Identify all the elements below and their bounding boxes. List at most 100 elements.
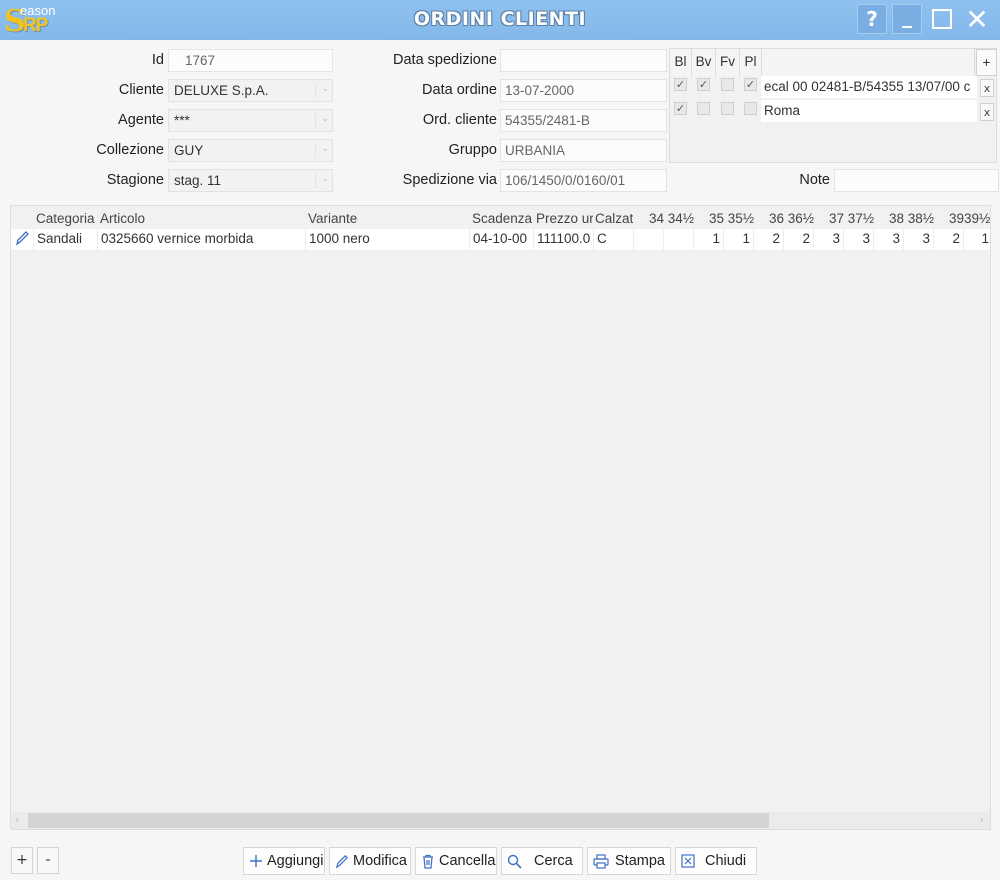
gruppo-field[interactable]: URBANIA [500, 139, 667, 162]
header-size[interactable]: 38 [874, 211, 904, 226]
title-bar: S eason RP ORDINI CLIENTI ? _ ✕ [0, 0, 1000, 40]
chevron-down-icon[interactable]: ⌄ [315, 83, 329, 98]
header-scadenza[interactable]: Scadenza [472, 211, 534, 226]
maximize-button[interactable] [927, 4, 957, 34]
col-text-header [762, 49, 975, 76]
data-spedizione-field[interactable] [500, 49, 667, 72]
cell-categoria[interactable]: Sandali [34, 229, 98, 251]
header-size[interactable]: 37½ [844, 211, 874, 226]
ord-cliente-label: Ord. cliente [422, 112, 497, 128]
cell-size-qty[interactable]: 3 [904, 229, 934, 251]
cell-variante[interactable]: 1000 nero [306, 229, 470, 251]
cell-size-qty[interactable]: 3 [874, 229, 904, 251]
scroll-right-icon[interactable]: › [980, 813, 984, 826]
modifica-label: Modifica [353, 853, 407, 869]
edit-row-icon[interactable] [11, 229, 34, 251]
header-size[interactable]: 34 [634, 211, 664, 226]
remove-row-button[interactable]: - [37, 847, 59, 874]
header-variante[interactable]: Variante [308, 211, 468, 226]
plus-icon [249, 854, 263, 868]
note-label: Note [799, 172, 830, 188]
cell-size-qty[interactable]: 1 [694, 229, 724, 251]
header-size[interactable]: 39½ [964, 211, 990, 226]
pencil-icon [335, 854, 349, 869]
cell-prezzo[interactable]: 111100.0 [534, 229, 594, 251]
header-prezzo[interactable]: Prezzo ur [536, 211, 593, 226]
row2-bv-checkbox[interactable] [697, 102, 710, 115]
row2-pl-checkbox[interactable] [744, 102, 757, 115]
header-size[interactable]: 35½ [724, 211, 754, 226]
cell-size-qty[interactable] [664, 229, 694, 251]
chevron-down-icon[interactable]: ⌄ [315, 173, 329, 188]
collezione-combo[interactable]: GUY ⌄ [168, 139, 333, 162]
header-size[interactable]: 37 [814, 211, 844, 226]
cerca-button[interactable]: Cerca [501, 847, 583, 875]
ord-cliente-field[interactable]: 54355/2481-B [500, 109, 667, 132]
header-size[interactable]: 34½ [664, 211, 694, 226]
cell-size-qty[interactable]: 2 [754, 229, 784, 251]
row1-fv-checkbox[interactable] [721, 78, 734, 91]
table-row[interactable]: Sandali 0325660 vernice morbida 1000 ner… [11, 229, 990, 251]
scrollbar-thumb[interactable] [28, 813, 769, 828]
agente-value: *** [174, 113, 190, 128]
order-lines-grid: Categoria Articolo Variante Scadenza Pre… [10, 205, 991, 830]
header-articolo[interactable]: Articolo [100, 211, 305, 226]
row1-remove-button[interactable]: x [980, 79, 994, 97]
header-size[interactable]: 36½ [784, 211, 814, 226]
cell-size-qty[interactable]: 1 [724, 229, 754, 251]
cell-calzata[interactable]: C [594, 229, 634, 251]
cell-size-qty[interactable]: 3 [814, 229, 844, 251]
cell-size-qty[interactable]: 2 [784, 229, 814, 251]
horizontal-scrollbar[interactable]: ‹ › [11, 812, 990, 829]
row1-bl-checkbox[interactable]: ✓ [674, 78, 687, 91]
row1-document-text[interactable]: ecal 00 02481-B/54355 13/07/00 c [761, 76, 977, 98]
cell-size-qty[interactable]: 1 [964, 229, 990, 251]
row2-document-text[interactable]: Roma [761, 100, 977, 122]
agente-combo[interactable]: *** ⌄ [168, 109, 333, 132]
stampa-button[interactable]: Stampa [587, 847, 671, 875]
help-button[interactable]: ? [857, 4, 887, 34]
scroll-left-icon[interactable]: ‹ [15, 813, 19, 826]
row1-bv-checkbox[interactable]: ✓ [697, 78, 710, 91]
cliente-combo[interactable]: DELUXE S.p.A. ⌄ [168, 79, 333, 102]
close-box-icon [681, 854, 695, 868]
trash-icon [421, 854, 435, 869]
col-bl-header: Bl [670, 49, 692, 76]
agente-label: Agente [118, 112, 164, 128]
search-icon [507, 854, 522, 869]
add-document-button[interactable]: + [976, 49, 997, 76]
minimize-button[interactable]: _ [892, 4, 922, 34]
stagione-combo[interactable]: stag. 11 ⌄ [168, 169, 333, 192]
chiudi-label: Chiudi [705, 853, 747, 869]
data-spedizione-label: Data spedizione [393, 52, 497, 68]
aggiungi-button[interactable]: Aggiungi [243, 847, 325, 875]
header-calzata[interactable]: Calzat [595, 211, 633, 226]
header-size[interactable]: 39 [934, 211, 964, 226]
chevron-down-icon[interactable]: ⌄ [315, 143, 329, 158]
header-categoria[interactable]: Categoria [36, 211, 100, 226]
header-size[interactable]: 36 [754, 211, 784, 226]
cancella-button[interactable]: Cancella [415, 847, 497, 875]
cell-scadenza[interactable]: 04-10-00 [470, 229, 534, 251]
cell-size-qty[interactable] [634, 229, 664, 251]
data-ordine-field[interactable]: 13-07-2000 [500, 79, 667, 102]
modifica-button[interactable]: Modifica [329, 847, 411, 875]
cell-size-qty[interactable]: 3 [844, 229, 874, 251]
id-field[interactable]: 1767 [168, 49, 333, 72]
data-ordine-label: Data ordine [422, 82, 497, 98]
add-row-button[interactable]: + [11, 847, 33, 874]
row2-remove-button[interactable]: x [980, 103, 994, 121]
spedizione-via-field[interactable]: 106/1450/0/0160/01 [500, 169, 667, 192]
note-field[interactable] [834, 169, 999, 192]
chevron-down-icon[interactable]: ⌄ [315, 113, 329, 128]
window-title: ORDINI CLIENTI [413, 8, 587, 30]
row1-pl-checkbox[interactable]: ✓ [744, 78, 757, 91]
row2-fv-checkbox[interactable] [721, 102, 734, 115]
cell-articolo[interactable]: 0325660 vernice morbida [98, 229, 306, 251]
row2-bl-checkbox[interactable]: ✓ [674, 102, 687, 115]
close-button[interactable]: ✕ [962, 3, 992, 36]
cell-size-qty[interactable]: 2 [934, 229, 964, 251]
header-size[interactable]: 38½ [904, 211, 934, 226]
chiudi-button[interactable]: Chiudi [675, 847, 757, 875]
header-size[interactable]: 35 [694, 211, 724, 226]
